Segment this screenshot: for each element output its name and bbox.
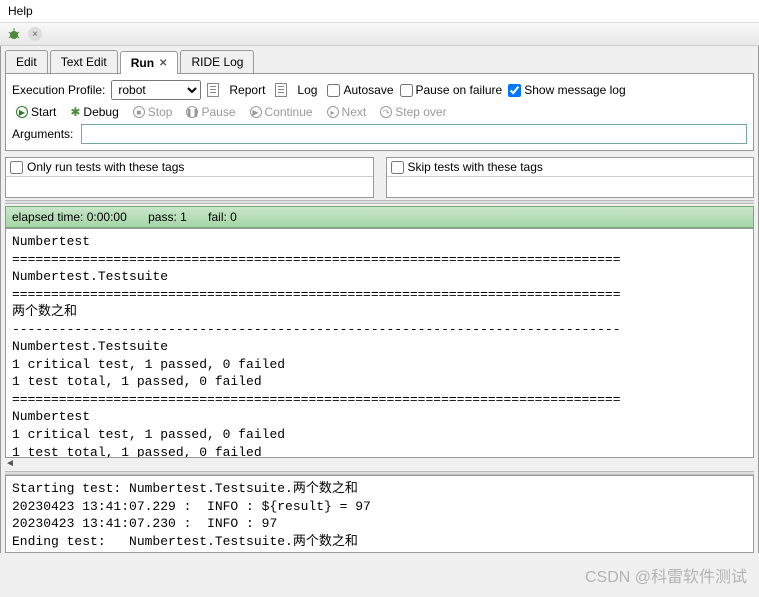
stop-icon: ■ — [133, 106, 145, 118]
next-button[interactable]: ▸Next — [323, 104, 371, 120]
skip-tags-box: Skip tests with these tags — [386, 157, 755, 198]
main-panel: Edit Text Edit Run✕ RIDE Log Execution P… — [0, 46, 759, 553]
play-icon: ▶ — [16, 106, 28, 118]
pause-button[interactable]: ❚❚Pause — [182, 104, 239, 120]
bug-icon: ✱ — [70, 105, 80, 119]
skip-tags-input[interactable] — [387, 177, 754, 197]
menubar: Help — [0, 0, 759, 23]
run-options-panel: Execution Profile: robot Report Log Auto… — [5, 73, 754, 151]
message-log-console[interactable]: Starting test: Numbertest.Testsuite.两个数之… — [5, 475, 754, 553]
close-icon[interactable]: ✕ — [159, 58, 167, 69]
window-toolbar: × — [0, 23, 759, 46]
tab-ride-log[interactable]: RIDE Log — [180, 50, 254, 73]
execution-profile-select[interactable]: robot — [111, 80, 201, 100]
pass-count: pass: 1 — [148, 210, 187, 224]
pause-icon: ❚❚ — [186, 106, 198, 118]
test-output-console[interactable]: Numbertest =============================… — [5, 228, 754, 458]
autosave-checkbox[interactable]: Autosave — [327, 83, 393, 97]
step-over-button[interactable]: ↷Step over — [376, 104, 450, 120]
show-message-log-checkbox[interactable]: Show message log — [508, 83, 625, 97]
menu-help[interactable]: Help — [8, 4, 33, 18]
step-over-icon: ↷ — [380, 106, 392, 118]
only-tags-label: Only run tests with these tags — [27, 160, 184, 174]
tags-row: Only run tests with these tags Skip test… — [1, 155, 758, 200]
log-icon — [275, 83, 287, 97]
tab-run[interactable]: Run✕ — [120, 51, 179, 74]
arguments-input[interactable] — [81, 124, 747, 144]
next-icon: ▸ — [327, 106, 339, 118]
debug-button[interactable]: ✱Debug — [66, 104, 122, 120]
arguments-label: Arguments: — [12, 127, 75, 141]
tab-text-edit[interactable]: Text Edit — [50, 50, 118, 73]
log-button[interactable]: Log — [293, 82, 321, 98]
scroll-left-icon[interactable]: ◄ — [5, 458, 15, 469]
bug-icon — [6, 26, 22, 42]
only-tags-box: Only run tests with these tags — [5, 157, 374, 198]
only-tags-checkbox[interactable] — [10, 161, 23, 174]
tab-edit[interactable]: Edit — [5, 50, 48, 73]
stop-button[interactable]: ■Stop — [129, 104, 177, 120]
execution-profile-label: Execution Profile: — [12, 83, 105, 97]
start-button[interactable]: ▶Start — [12, 104, 60, 120]
status-bar: elapsed time: 0:00:00 pass: 1 fail: 0 — [5, 206, 754, 228]
only-tags-input[interactable] — [6, 177, 373, 197]
elapsed-time: elapsed time: 0:00:00 — [12, 210, 127, 224]
skip-tags-label: Skip tests with these tags — [408, 160, 543, 174]
continue-button[interactable]: ▶Continue — [246, 104, 317, 120]
skip-tags-checkbox[interactable] — [391, 161, 404, 174]
report-icon — [207, 83, 219, 97]
report-button[interactable]: Report — [225, 82, 269, 98]
watermark: CSDN @科雷软件测试 — [585, 563, 747, 587]
pause-on-failure-checkbox[interactable]: Pause on failure — [400, 83, 503, 97]
tab-bar: Edit Text Edit Run✕ RIDE Log — [1, 46, 758, 73]
close-icon[interactable]: × — [28, 27, 42, 41]
fail-count: fail: 0 — [208, 210, 237, 224]
continue-icon: ▶ — [250, 106, 262, 118]
splitter[interactable] — [5, 200, 754, 204]
